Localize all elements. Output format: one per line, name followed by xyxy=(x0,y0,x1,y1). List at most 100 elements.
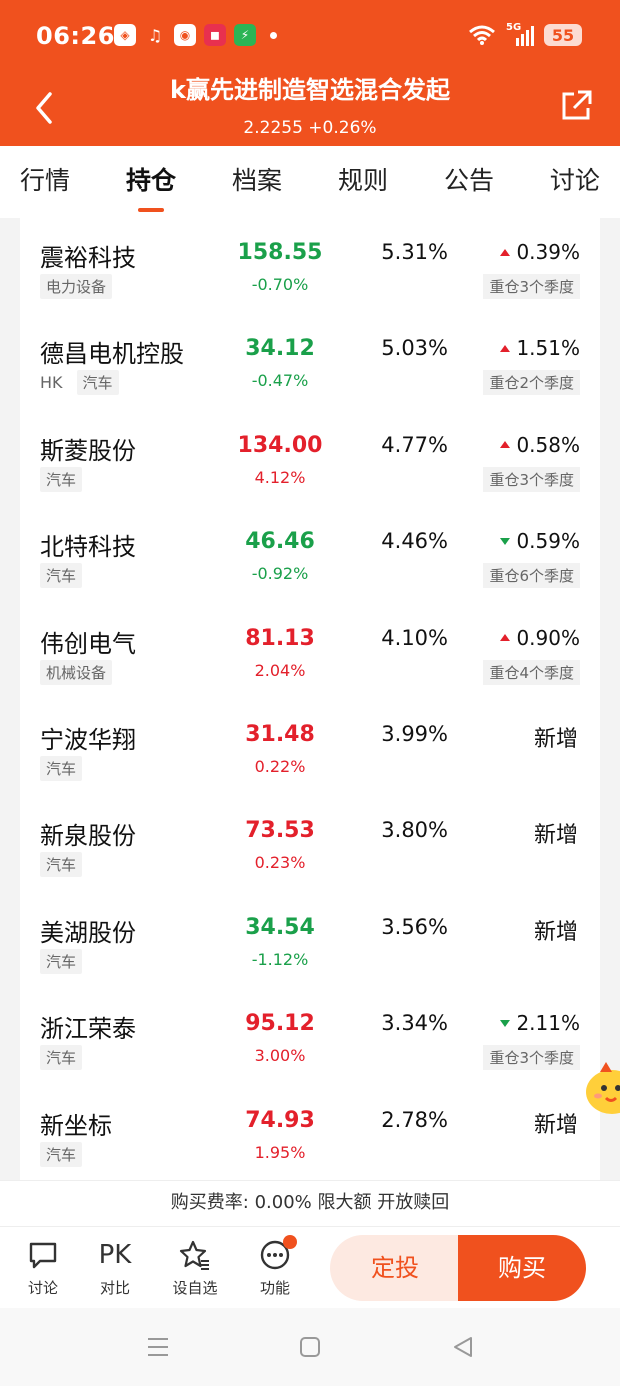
holding-row[interactable]: 新泉股份 汽车 73.53 0.23% 3.80% 新增 xyxy=(20,796,600,892)
holding-weight: 5.31% xyxy=(381,240,448,264)
fee-notice: 购买费率: 0.00% 限大额 开放赎回 xyxy=(0,1180,620,1226)
bottom-action-bar: 讨论 PK 对比 设自选 功能 定投 购买 xyxy=(0,1226,620,1308)
weight-change: 0.90% xyxy=(500,626,580,650)
menu-icon[interactable] xyxy=(146,1336,170,1362)
industry-tag: 汽车 xyxy=(40,1045,83,1071)
stock-name: 北特科技 xyxy=(40,533,136,562)
stock-change: 4.12% xyxy=(254,467,306,487)
discuss-button[interactable]: 讨论 xyxy=(15,1239,71,1298)
tab-announcements[interactable]: 公告 xyxy=(444,146,494,218)
tab-holdings[interactable]: 持仓 xyxy=(126,146,176,218)
battery-indicator: 55 xyxy=(544,24,582,46)
weight-change: 0.59% xyxy=(500,529,580,553)
industry-tag: 汽车 xyxy=(40,852,83,878)
holding-row[interactable]: 北特科技 汽车 46.46 -0.92% 4.46% 0.59% 重仓6个季度 xyxy=(20,507,600,603)
star-icon xyxy=(167,1239,223,1271)
compare-button[interactable]: PK 对比 xyxy=(87,1239,143,1298)
stock-tags: 汽车 xyxy=(40,466,83,492)
industry-tag: 汽车 xyxy=(40,563,83,589)
new-holding-label: 新增 xyxy=(533,823,578,849)
stock-name: 伟创电气 xyxy=(40,629,136,658)
weight-change: 1.51% xyxy=(500,336,580,360)
stock-change: 0.22% xyxy=(254,756,306,776)
notification-dot xyxy=(283,1235,297,1249)
share-button[interactable] xyxy=(558,88,594,124)
status-right: 5G 55 xyxy=(468,22,582,46)
holding-row[interactable]: 伟创电气 机械设备 81.13 2.04% 4.10% 0.90% 重仓4个季度 xyxy=(20,604,600,700)
holdings-list: 震裕科技 电力设备 158.55 -0.70% 5.31% 0.39% 重仓3个… xyxy=(20,218,600,1180)
holding-weight: 5.03% xyxy=(381,336,448,361)
stock-tags: 汽车 xyxy=(40,1045,83,1071)
stock-name: 斯菱股份 xyxy=(40,436,136,465)
fund-title: k赢先进制造智选混合发起 xyxy=(170,76,450,104)
more-functions-button[interactable]: 功能 xyxy=(247,1235,303,1298)
tab-profile[interactable]: 档案 xyxy=(232,146,282,218)
tab-rules[interactable]: 规则 xyxy=(338,146,388,218)
holding-row[interactable]: 宁波华翔 汽车 31.48 0.22% 3.99% 新增 xyxy=(20,700,600,796)
weibo-icon: ◉ xyxy=(174,24,196,46)
industry-tag: 电力设备 xyxy=(40,274,113,299)
holding-duration-badge: 重仓2个季度 xyxy=(483,370,580,396)
tab-market[interactable]: 行情 xyxy=(20,146,70,218)
holding-weight: 3.80% xyxy=(381,818,448,843)
stock-change: -0.70% xyxy=(251,275,309,294)
stock-price: 34.54 xyxy=(245,914,315,940)
weight-change-value: 2.11% xyxy=(516,1011,580,1036)
stock-price: 74.93 xyxy=(245,1107,315,1133)
auto-invest-button[interactable]: 定投 xyxy=(330,1235,460,1301)
holding-row[interactable]: 新坐标 汽车 74.93 1.95% 2.78% 新增 xyxy=(20,1086,600,1180)
listen-icon: ♫ xyxy=(147,25,163,45)
stock-price: 31.48 xyxy=(245,721,315,747)
industry-tag: 汽车 xyxy=(40,755,83,781)
network-type: 5G xyxy=(506,22,522,33)
new-holding-label: 新增 xyxy=(533,726,578,752)
holding-weight: 3.99% xyxy=(381,721,448,746)
back-triangle-icon[interactable] xyxy=(452,1336,474,1362)
fund-detail-page: 06:26 ◈ ♫ ◉ ◼ ⚡ 5G 55 k赢先进制造智选混合发起 2.225… xyxy=(0,0,620,1386)
stock-price: 158.55 xyxy=(237,240,323,265)
stock-name: 美湖股份 xyxy=(40,918,136,947)
fund-nav-change: 2.2255 +0.26% xyxy=(243,118,377,138)
stock-price: 134.00 xyxy=(237,432,323,458)
stock-price: 73.53 xyxy=(245,818,315,844)
pk-icon: PK xyxy=(98,1240,132,1270)
arrow-down-icon xyxy=(500,537,511,545)
stock-change: 2.04% xyxy=(254,660,306,680)
notification-icons: ◈ ♫ ◉ ◼ ⚡ xyxy=(114,24,277,46)
holding-weight: 4.46% xyxy=(381,529,448,554)
new-holding-label: 新增 xyxy=(533,919,578,945)
holding-row[interactable]: 震裕科技 电力设备 158.55 -0.70% 5.31% 0.39% 重仓3个… xyxy=(20,218,600,314)
weight-change: 2.11% xyxy=(500,1011,580,1035)
stock-change: -1.12% xyxy=(251,949,309,969)
stock-name: 德昌电机控股 xyxy=(40,340,184,369)
holding-duration-badge: 重仓6个季度 xyxy=(483,563,580,589)
weight-change-value: 0.59% xyxy=(516,529,580,554)
status-bar: 06:26 ◈ ♫ ◉ ◼ ⚡ 5G 55 xyxy=(0,0,620,72)
stock-change: 0.23% xyxy=(254,853,306,873)
holding-duration-badge: 重仓4个季度 xyxy=(483,659,580,685)
holding-row[interactable]: 斯菱股份 汽车 134.00 4.12% 4.77% 0.58% 重仓3个季度 xyxy=(20,411,600,507)
arrow-up-icon xyxy=(500,344,511,352)
weight-change-value: 0.58% xyxy=(516,432,580,457)
tab-bar: 行情 持仓 档案 规则 公告 讨论 xyxy=(0,146,620,218)
industry-tag: 汽车 xyxy=(40,466,83,492)
industry-tag: 汽车 xyxy=(40,948,83,974)
new-holding-label: 新增 xyxy=(533,1112,578,1138)
stock-price: 81.13 xyxy=(245,625,315,651)
add-watchlist-button[interactable]: 设自选 xyxy=(167,1239,223,1298)
assistant-mascot-icon[interactable] xyxy=(584,1060,620,1118)
holding-row[interactable]: 美湖股份 汽车 34.54 -1.12% 3.56% 新增 xyxy=(20,893,600,989)
holding-weight: 4.10% xyxy=(381,625,448,650)
stock-tags: 汽车 xyxy=(40,1141,83,1167)
stock-change: 1.95% xyxy=(254,1142,306,1162)
buy-button[interactable]: 购买 xyxy=(458,1235,586,1301)
home-icon[interactable] xyxy=(299,1336,321,1362)
watchlist-label: 设自选 xyxy=(172,1279,218,1297)
stock-tags: 汽车 xyxy=(40,755,83,781)
holding-row[interactable]: 德昌电机控股 HK 汽车 34.12 -0.47% 5.03% 1.51% 重仓… xyxy=(20,314,600,410)
stock-change: -0.92% xyxy=(251,564,309,584)
tab-discussion[interactable]: 讨论 xyxy=(550,146,600,218)
wifi-icon xyxy=(469,25,495,45)
market-tag: HK xyxy=(40,373,63,393)
holding-row[interactable]: 浙江荣泰 汽车 95.12 3.00% 3.34% 2.11% 重仓3个季度 xyxy=(20,989,600,1085)
